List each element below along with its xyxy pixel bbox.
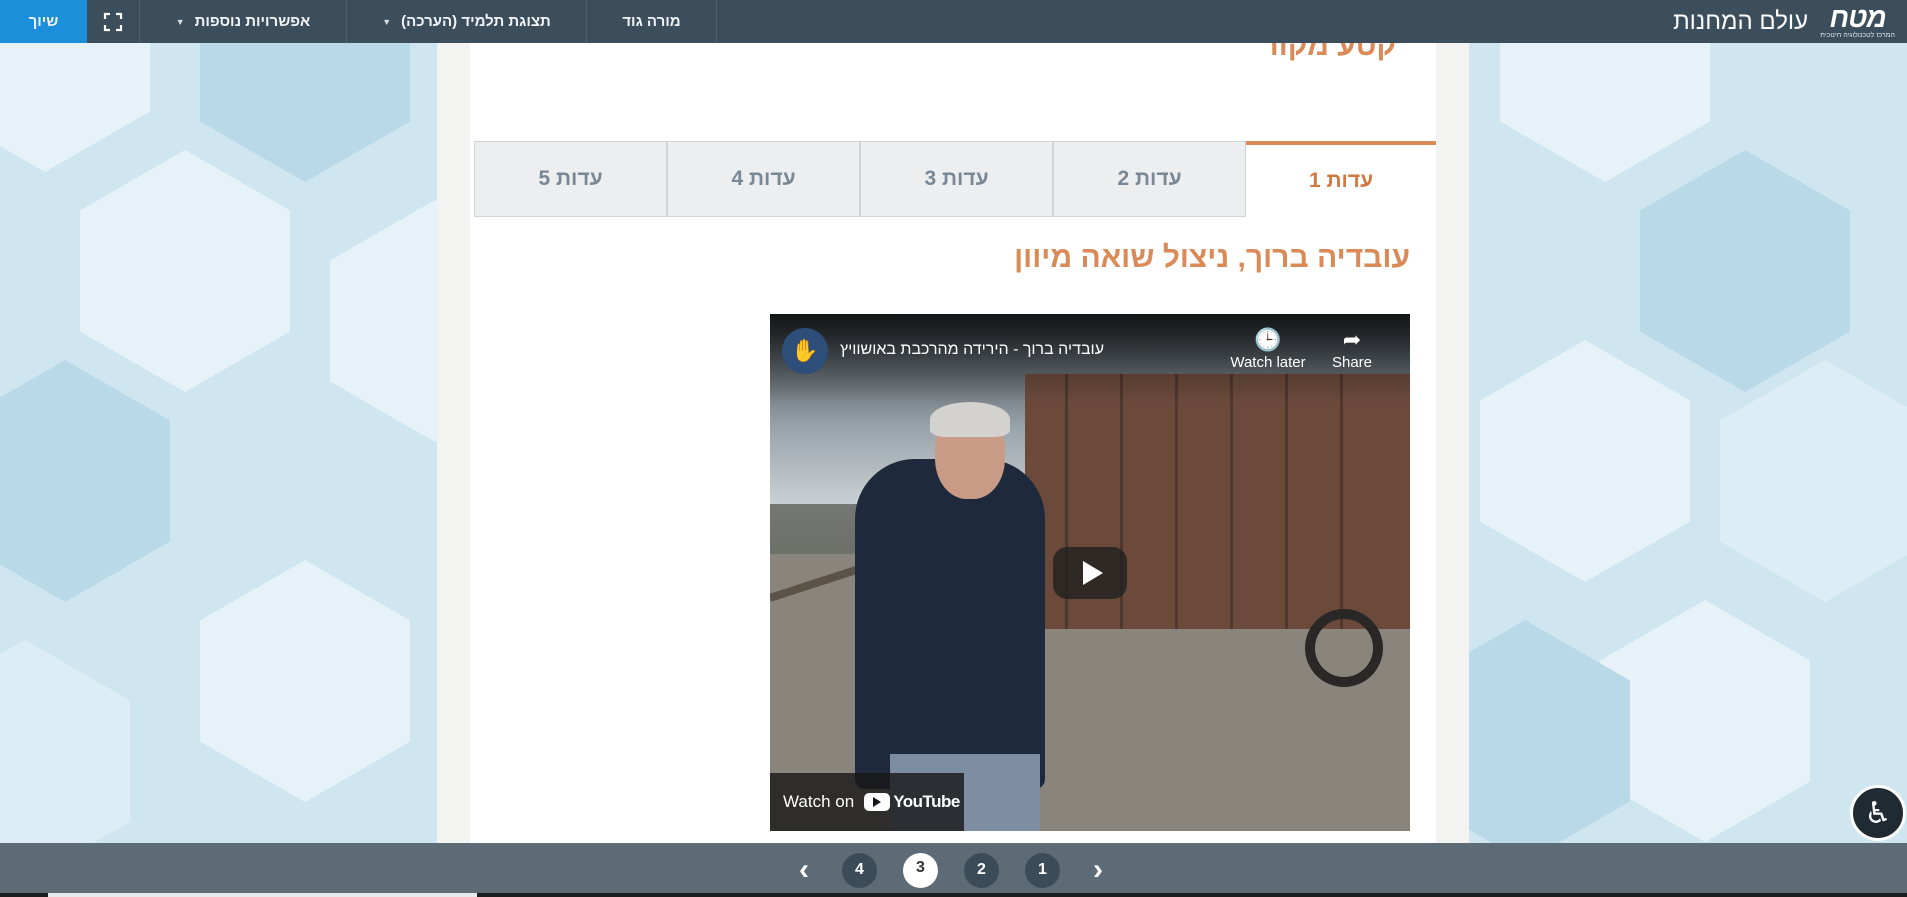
logo-subtext: המרכז לטכנולוגיה חינוכית <box>1820 31 1895 39</box>
page-navigation: ‹ 4 3 2 1 › <box>0 843 1907 897</box>
tab-testimony-3[interactable]: עדות 3 <box>860 141 1053 217</box>
teacher-menu[interactable]: מורה גוד <box>587 0 717 43</box>
fullscreen-button[interactable] <box>87 0 140 43</box>
page-button-2[interactable]: 2 <box>964 852 999 888</box>
page-button-3[interactable]: 3 <box>903 852 938 888</box>
previous-page-arrow-icon[interactable]: ‹ <box>792 853 816 887</box>
clock-icon: 🕒 <box>1254 327 1282 352</box>
video-frame-person <box>855 459 1045 789</box>
watch-later-label: Watch later <box>1230 354 1306 371</box>
brand: עולם המחנות מטח המרכז לטכנולוגיה חינוכית <box>1673 0 1895 43</box>
play-button[interactable] <box>1053 547 1127 599</box>
channel-avatar-icon[interactable]: ✋ <box>782 328 828 374</box>
testimony-heading: עובדיה ברוך, ניצול שואה מיוון <box>1014 241 1410 274</box>
video-share-label: Share <box>1331 354 1373 371</box>
student-view-dropdown[interactable]: ▼ תצוגת תלמיד (הערכה) <box>347 0 587 43</box>
lesson-progress-fill <box>48 893 478 897</box>
next-page-arrow-icon[interactable]: › <box>1086 853 1110 887</box>
logo-text: מטח <box>1829 1 1886 33</box>
mataach-logo[interactable]: מטח המרכז לטכנולוגיה חינוכית <box>1820 1 1895 40</box>
youtube-play-icon <box>864 793 891 811</box>
content-card: קטע מקור עדות 1 עדות 2 עדות 3 עדות 4 עדו… <box>437 29 1469 843</box>
chevron-down-icon: ▼ <box>382 16 392 27</box>
testimony-tabs: עדות 1 עדות 2 עדות 3 עדות 4 עדות 5 <box>470 141 1436 217</box>
share-button-label: שיוך <box>28 13 59 30</box>
watch-on-label: Watch on <box>783 792 855 811</box>
watch-later-button[interactable]: 🕒 Watch later <box>1228 327 1308 372</box>
teacher-name: מורה גוד <box>622 13 681 30</box>
tab-testimony-4[interactable]: עדות 4 <box>667 141 860 217</box>
top-toolbar: שיוך ▼ אפשרויות נוספות ▼ תצוגת תלמיד (הע… <box>0 0 1907 43</box>
tab-testimony-1[interactable]: עדות 1 <box>1246 141 1436 217</box>
play-icon <box>1082 561 1103 585</box>
tab-testimony-2[interactable]: עדות 2 <box>1053 141 1246 217</box>
tab-testimony-5[interactable]: עדות 5 <box>474 141 667 217</box>
youtube-label: YouTube <box>893 792 960 811</box>
page-button-4[interactable]: 4 <box>842 852 877 888</box>
page-button-1[interactable]: 1 <box>1025 852 1060 888</box>
content-panel: קטע מקור עדות 1 עדות 2 עדות 3 עדות 4 עדו… <box>470 29 1436 843</box>
student-view-label: תצוגת תלמיד (הערכה) <box>401 13 551 30</box>
more-options-dropdown[interactable]: ▼ אפשרויות נוספות <box>140 0 347 43</box>
watch-on-youtube-button[interactable]: Watch on YouTube <box>770 773 964 831</box>
video-title[interactable]: עובדיה ברוך - הירידה מהרכבת באושוויץ <box>840 341 1104 359</box>
more-options-label: אפשרויות נוספות <box>194 13 311 30</box>
youtube-logo: YouTube <box>864 792 960 812</box>
accessibility-icon[interactable]: ♿ <box>1850 785 1906 841</box>
video-share-button[interactable]: ➦ Share <box>1312 327 1392 372</box>
youtube-video-player[interactable]: ✋ עובדיה ברוך - הירידה מהרכבת באושוויץ 🕒… <box>770 314 1410 831</box>
video-frame-person-hair <box>930 402 1010 437</box>
fullscreen-icon <box>103 12 123 31</box>
share-button[interactable]: שיוך <box>0 0 87 43</box>
chevron-down-icon: ▼ <box>175 16 185 27</box>
video-frame-wheel <box>1305 609 1383 687</box>
lesson-progress-bar <box>0 893 1907 897</box>
share-arrow-icon: ➦ <box>1342 327 1362 352</box>
app-title: עולם המחנות <box>1673 7 1809 35</box>
